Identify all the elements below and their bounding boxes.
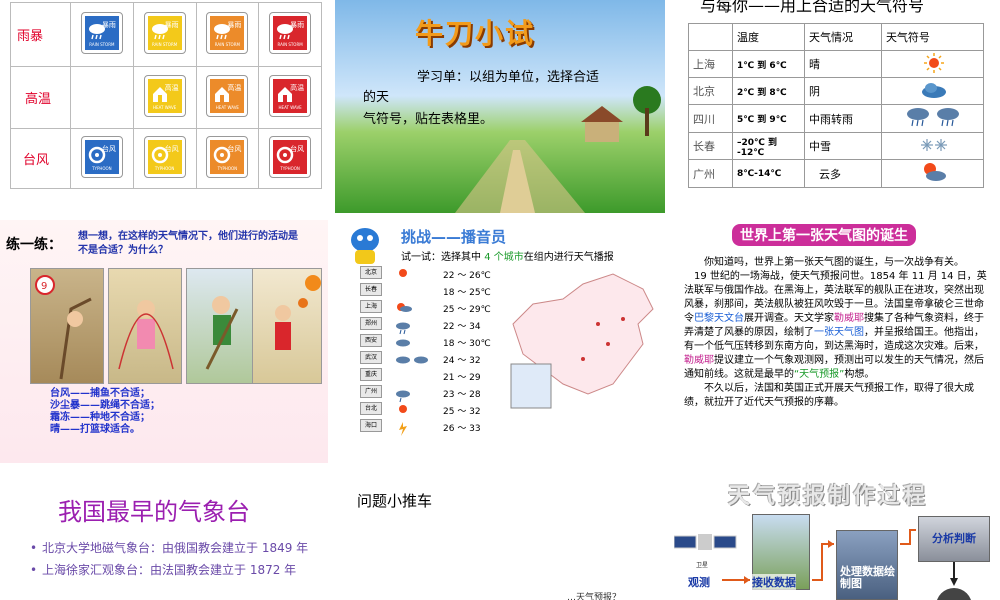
slide-warning-signals[interactable]: 雨暴 暴雨 RAIN STORM 暴雨 RAIN STORM 暴雨 RAIN STOR… bbox=[0, 0, 328, 213]
city-button-xian[interactable]: 西安 bbox=[360, 334, 382, 347]
row-label-typhoon: 台风 bbox=[10, 128, 71, 189]
city-button-zhengzhou[interactable]: 郑州 bbox=[360, 317, 382, 330]
list-item: 北京大学地磁气象台：由俄国教会建立于 1849 年 bbox=[30, 540, 320, 556]
exercise-heading: 练一练： bbox=[6, 237, 62, 253]
slide-practice[interactable]: 牛刀小试 学习单：以组为单位，选择合适 的天 气符号，贴在表格里。 bbox=[335, 0, 665, 213]
orange-heatwave-card: 高温 HEAT WAVE bbox=[206, 74, 249, 117]
slide-exercise[interactable]: 练一练： 想一想，在这样的天气情况下，他们进行的活动是不是合适？为什么？ 9 台… bbox=[0, 220, 328, 463]
practice-instruction-1: 学习单：以组为单位，选择合适 bbox=[417, 70, 600, 85]
mascot-icon bbox=[351, 228, 379, 264]
exercise-question: 想一想，在这样的天气情况下，他们进行的活动是不是合适？为什么？ bbox=[78, 231, 298, 256]
typhoon-fishing-panel: 9 bbox=[30, 268, 104, 384]
answer-item: 沙尘暴——跳绳不合适； bbox=[50, 400, 160, 411]
question-fragment: …天气预报？ bbox=[567, 593, 622, 600]
city-button-chongqing[interactable]: 重庆 bbox=[360, 368, 382, 381]
story-paragraph: 19 世纪的一场海战，使天气预报问世。1854 年 11 月 14 日，英法联军… bbox=[684, 271, 987, 380]
table-row: 广州 8℃-14℃ 云多 bbox=[688, 159, 985, 188]
slide-first-weather-map[interactable]: 世界上第一张天气图的诞生 你知道吗，世界上第一张天气图的诞生，与一次战争有关。 … bbox=[670, 220, 1000, 463]
row-label-rainstorm: 雨暴 bbox=[10, 2, 71, 67]
yellow-rainstorm-card: 暴雨 RAIN STORM bbox=[143, 11, 186, 54]
header-temperature: 温度 bbox=[732, 23, 805, 51]
snow-icon bbox=[921, 138, 948, 151]
practice-title: 牛刀小试 bbox=[415, 17, 536, 50]
orange-rainstorm-card: 暴雨 RAIN STORM bbox=[206, 11, 249, 54]
partly-cloudy-icon bbox=[924, 163, 947, 181]
blue-typhoon-card: 台风 TYPHOON bbox=[80, 135, 123, 178]
header-condition: 天气情况 bbox=[804, 23, 882, 51]
overcast-cloud-icon bbox=[922, 82, 947, 98]
table-row: 长春 –20℃ 到 -12℃ 中雪 bbox=[688, 132, 985, 160]
red-typhoon-card: 台风 TYPHOON bbox=[269, 135, 312, 178]
sandstorm-jumprope-panel bbox=[108, 268, 182, 384]
challenge-subtitle: 试一试：选择其中 4 个城市在组内进行天气播报 bbox=[401, 252, 614, 263]
rain-icon bbox=[907, 108, 960, 127]
slide-forecast-process[interactable]: 天气预报制作过程 卫星 观测 接收数据 处理数据绘制图 分析判断 bbox=[670, 470, 1000, 600]
city-button-haikou[interactable]: 海口 bbox=[360, 419, 382, 432]
list-item: 上海徐家汇观象台：由法国教会建立于 1872 年 bbox=[30, 562, 320, 578]
blue-rainstorm-card: 暴雨 RAIN STORM bbox=[80, 11, 123, 54]
yellow-heatwave-card: 高温 HEAT WAVE bbox=[143, 74, 186, 117]
slide-question-cart[interactable]: 问题小推车 …天气预报？ bbox=[335, 470, 665, 600]
svg-text:9: 9 bbox=[41, 281, 47, 292]
weather-symbols-title: 与每你——用上合适的天气符号 bbox=[700, 0, 925, 15]
city-button-wuhan[interactable]: 武汉 bbox=[360, 351, 382, 364]
city-button-changchun[interactable]: 长春 bbox=[360, 283, 382, 296]
city-button-beijing[interactable]: 北京 bbox=[360, 266, 382, 279]
weather-map-story: 你知道吗，世界上第一张天气图的诞生，与一次战争有关。 19 世纪的一场海战，使天… bbox=[684, 256, 990, 410]
answer-item: 台风——捕鱼不合适； bbox=[50, 388, 150, 399]
story-paragraph: 不久以后，法国和英国正式开展天气预报工作，取得了很大成绩，就拉开了近代天气预报的… bbox=[684, 383, 974, 408]
practice-instruction-2: 的天 bbox=[363, 90, 390, 105]
row-label-heatwave: 高温 bbox=[10, 66, 71, 129]
sunny-basketball-panel bbox=[252, 268, 322, 384]
city-button-taibei[interactable]: 台北 bbox=[360, 402, 382, 415]
exercise-answers: 台风——捕鱼不合适； 沙尘暴——跳绳不合适； 霜冻——种地不合适； 晴——打篮球… bbox=[50, 388, 160, 436]
red-heatwave-card: 高温 HEAT WAVE bbox=[269, 74, 312, 117]
weather-table: 温度 天气情况 天气符号 上海 1℃ 到 6℃ 晴 北京 2℃ 到 8℃ 阴 四… bbox=[688, 23, 985, 188]
sun-icon bbox=[924, 52, 945, 73]
weather-map-title: 世界上第一张天气图的诞生 bbox=[732, 224, 916, 246]
slide-weather-symbols[interactable]: 与每你——用上合适的天气符号 温度 天气情况 天气符号 上海 1℃ 到 6℃ 晴… bbox=[670, 0, 1000, 213]
china-map bbox=[510, 273, 654, 409]
city-button-guangzhou[interactable]: 广州 bbox=[360, 385, 382, 398]
table-row: 北京 2℃ 到 8℃ 阴 bbox=[688, 77, 985, 105]
orange-typhoon-card: 台风 TYPHOON bbox=[206, 135, 249, 178]
process-arrows bbox=[722, 529, 958, 586]
warning-signal-table: 雨暴 暴雨 RAIN STORM 暴雨 RAIN STORM 暴雨 RAIN STOR… bbox=[10, 2, 322, 189]
slide-broadcast-challenge[interactable]: 挑战——播音员 试一试：选择其中 4 个城市在组内进行天气播报 北京 长春 上海… bbox=[335, 220, 665, 463]
weather-icon-column bbox=[396, 269, 428, 436]
city-button-shanghai[interactable]: 上海 bbox=[360, 300, 382, 313]
story-paragraph: 你知道吗，世界上第一张天气图的诞生，与一次战争有关。 bbox=[704, 257, 964, 268]
challenge-title: 挑战——播音员 bbox=[401, 228, 507, 246]
table-row: 四川 5℃ 到 9℃ 中雨转雨 bbox=[688, 104, 985, 133]
answer-item: 晴——打篮球适合。 bbox=[50, 424, 140, 435]
header-symbol: 天气符号 bbox=[880, 23, 985, 51]
yellow-typhoon-card: 台风 TYPHOON bbox=[143, 135, 186, 178]
answer-item: 霜冻——种地不合适； bbox=[50, 412, 150, 423]
frost-farming-panel bbox=[186, 268, 260, 384]
practice-instruction-3: 气符号，贴在表格里。 bbox=[363, 112, 494, 127]
red-rainstorm-card: 暴雨 RAIN STORM bbox=[269, 11, 312, 54]
slide-earliest-observatories[interactable]: 我国最早的气象台 北京大学地磁气象台：由俄国教会建立于 1849 年 上海徐家汇… bbox=[0, 470, 328, 600]
table-row: 上海 1℃ 到 6℃ 晴 bbox=[688, 50, 985, 78]
observatories-list: 北京大学地磁气象台：由俄国教会建立于 1849 年 上海徐家汇观象台：由法国教会… bbox=[30, 540, 320, 584]
observatories-title: 我国最早的气象台 bbox=[58, 498, 250, 526]
question-cart-title: 问题小推车 bbox=[357, 492, 433, 510]
